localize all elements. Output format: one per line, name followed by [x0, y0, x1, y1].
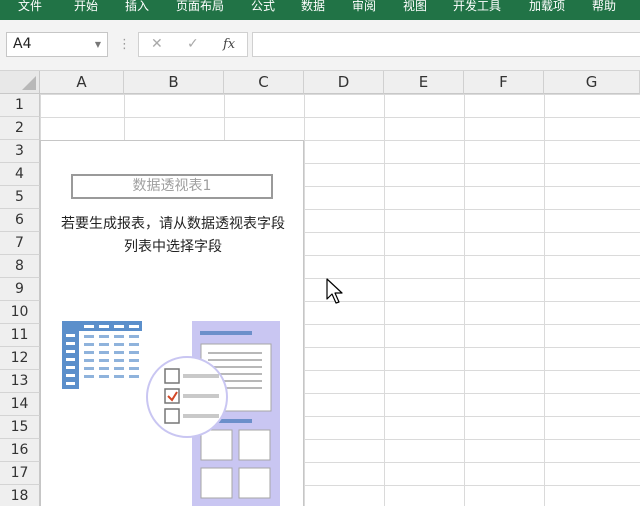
row-header-11[interactable]: 11	[0, 324, 40, 347]
name-box[interactable]: A4 ▼	[6, 32, 108, 57]
chevron-down-icon[interactable]: ▼	[95, 33, 101, 56]
formula-bar-grip-icon[interactable]: ⋮	[118, 37, 131, 53]
tab-view[interactable]: 视图	[403, 0, 427, 20]
checkbox-list-icon	[146, 356, 228, 438]
row-header-7[interactable]: 7	[0, 232, 40, 255]
insert-function-icon[interactable]: fx	[223, 37, 235, 52]
cancel-icon[interactable]: ✕	[151, 36, 163, 52]
pivot-table-name: 数据透视表1	[71, 174, 273, 199]
column-divider	[544, 94, 545, 506]
pivot-instructions: 若要生成报表，请从数据透视表字段 列表中选择字段	[41, 213, 305, 259]
name-box-value: A4	[13, 36, 32, 52]
row-header-14[interactable]: 14	[0, 393, 40, 416]
column-divider	[464, 94, 465, 506]
row-header-12[interactable]: 12	[0, 347, 40, 370]
select-all-button[interactable]	[0, 71, 40, 94]
tab-page-layout[interactable]: 页面布局	[176, 0, 224, 20]
tab-developer[interactable]: 开发工具	[453, 0, 501, 20]
row-header-15[interactable]: 15	[0, 416, 40, 439]
column-header-c[interactable]: C	[224, 71, 304, 94]
row-header-6[interactable]: 6	[0, 209, 40, 232]
tab-add-ins[interactable]: 加载项	[529, 0, 565, 20]
tab-formulas[interactable]: 公式	[251, 0, 275, 20]
row-header-2[interactable]: 2	[0, 117, 40, 140]
column-header-g[interactable]: G	[544, 71, 640, 94]
pivot-instructions-line-1: 若要生成报表，请从数据透视表字段	[61, 216, 285, 232]
row-header-3[interactable]: 3	[0, 140, 40, 163]
row-header-9[interactable]: 9	[0, 278, 40, 301]
row-header-18[interactable]: 18	[0, 485, 40, 506]
column-header-e[interactable]: E	[384, 71, 464, 94]
row-header-17[interactable]: 17	[0, 462, 40, 485]
pivot-table-placeholder[interactable]: 数据透视表1 若要生成报表，请从数据透视表字段 列表中选择字段	[40, 140, 304, 506]
tab-help[interactable]: 帮助	[592, 0, 616, 20]
tab-review[interactable]: 审阅	[352, 0, 376, 20]
row-header-4[interactable]: 4	[0, 163, 40, 186]
pivot-instructions-line-2: 列表中选择字段	[124, 239, 222, 255]
ribbon-tab-bar: 文件 开始 插入 页面布局 公式 数据 审阅 视图 开发工具 加载项 帮助	[0, 0, 640, 20]
row-header-5[interactable]: 5	[0, 186, 40, 209]
pivot-table-icon	[62, 321, 142, 389]
tab-insert[interactable]: 插入	[125, 0, 149, 20]
tab-file[interactable]: 文件	[18, 0, 42, 20]
column-divider	[384, 94, 385, 506]
row-header-10[interactable]: 10	[0, 301, 40, 324]
row-header-1[interactable]: 1	[0, 94, 40, 117]
column-header-b[interactable]: B	[124, 71, 224, 94]
tab-home[interactable]: 开始	[74, 0, 98, 20]
column-divider	[304, 94, 305, 506]
formula-buttons: ✕ ✓ fx	[138, 32, 248, 57]
formula-input[interactable]	[252, 32, 640, 57]
select-all-triangle-icon	[22, 76, 36, 90]
tab-data[interactable]: 数据	[301, 0, 325, 20]
row-header-8[interactable]: 8	[0, 255, 40, 278]
enter-icon[interactable]: ✓	[187, 36, 199, 52]
column-header-a[interactable]: A	[40, 71, 124, 94]
column-header-d[interactable]: D	[304, 71, 384, 94]
row-header-13[interactable]: 13	[0, 370, 40, 393]
column-header-f[interactable]: F	[464, 71, 544, 94]
formula-bar: A4 ▼ ⋮ ✕ ✓ fx	[0, 20, 640, 71]
mouse-cursor-icon	[326, 278, 343, 304]
row-header-16[interactable]: 16	[0, 439, 40, 462]
